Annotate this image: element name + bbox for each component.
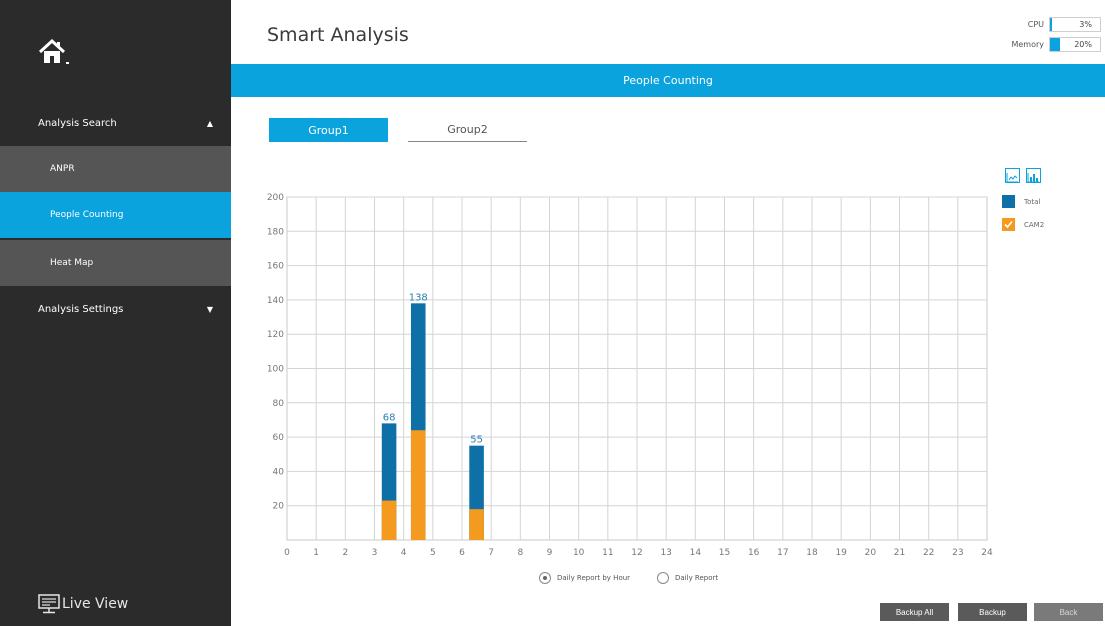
legend-cam2-checkbox[interactable] xyxy=(1002,218,1015,231)
sidebar-item-label: Heat Map xyxy=(50,258,94,268)
x-tick-label: 5 xyxy=(430,548,436,558)
caret-up-icon: ▲ xyxy=(206,118,213,128)
legend-total-label: Total xyxy=(1024,197,1041,206)
y-tick-label: 160 xyxy=(267,262,284,272)
memory-label: Memory xyxy=(1011,40,1044,49)
banner-title: People Counting xyxy=(623,74,713,87)
x-tick-label: 19 xyxy=(835,548,847,558)
x-tick-label: 14 xyxy=(690,548,702,558)
x-tick-label: 6 xyxy=(459,548,465,558)
bar-chart-icon[interactable] xyxy=(1026,168,1041,183)
memory-value: 20% xyxy=(1074,40,1092,49)
x-tick-label: 3 xyxy=(372,548,378,558)
radio-daily-report[interactable]: Daily Report xyxy=(657,572,718,584)
bar-cam2 xyxy=(381,500,397,540)
y-tick-label: 140 xyxy=(267,296,284,306)
x-tick-label: 15 xyxy=(719,548,730,558)
radio-circle xyxy=(657,572,669,584)
cpu-bar-fill xyxy=(1050,18,1052,31)
y-tick-label: 180 xyxy=(267,227,284,237)
y-tick-label: 40 xyxy=(273,467,285,477)
x-tick-label: 9 xyxy=(547,548,553,558)
x-tick-label: 22 xyxy=(923,548,934,558)
x-tick-label: 11 xyxy=(602,548,613,558)
x-tick-label: 16 xyxy=(748,548,760,558)
cpu-meter: CPU 3% xyxy=(1028,17,1101,32)
section-banner: People Counting xyxy=(231,64,1105,97)
sidebar-item-label: ANPR xyxy=(50,164,75,174)
legend-cam2-label: CAM2 xyxy=(1024,220,1045,229)
radio-daily-report-by-hour[interactable]: Daily Report by Hour xyxy=(539,572,630,584)
radio-label: Daily Report xyxy=(675,574,719,582)
cpu-label: CPU xyxy=(1027,20,1044,29)
tab-group2[interactable]: Group2 xyxy=(408,118,527,142)
bar-value-label: 138 xyxy=(409,292,428,303)
x-tick-label: 13 xyxy=(660,548,671,558)
caret-down-icon: ▼ xyxy=(206,304,213,314)
x-tick-label: 12 xyxy=(631,548,642,558)
sidebar-item-label: People Counting xyxy=(50,210,124,220)
legend-total-swatch xyxy=(1002,195,1015,208)
tab-group1[interactable]: Group1 xyxy=(269,118,388,142)
sidebar-analysis-search[interactable]: Analysis Search ▲ xyxy=(0,99,231,147)
x-tick-label: 21 xyxy=(894,548,905,558)
memory-bar: 20% xyxy=(1049,37,1101,52)
cpu-value: 3% xyxy=(1079,20,1092,29)
bar-value-label: 68 xyxy=(383,412,396,423)
y-tick-label: 80 xyxy=(273,399,285,409)
bar-cam2 xyxy=(469,509,484,540)
line-chart-icon[interactable] xyxy=(1005,168,1020,183)
legend-item-total[interactable]: Total xyxy=(1002,195,1040,208)
memory-meter: Memory 20% xyxy=(1011,37,1101,52)
y-tick-label: 100 xyxy=(267,365,284,375)
x-tick-label: 8 xyxy=(517,548,523,558)
x-tick-label: 20 xyxy=(865,548,877,558)
y-tick-label: 60 xyxy=(273,433,285,443)
page-title: Smart Analysis xyxy=(267,24,409,46)
x-tick-label: 23 xyxy=(952,548,963,558)
live-view-label: Live View xyxy=(62,596,129,612)
bar-value-label: 55 xyxy=(470,435,483,446)
x-tick-label: 17 xyxy=(777,548,788,558)
sidebar-item-anpr[interactable]: ANPR xyxy=(0,146,231,192)
sidebar-analysis-search-label: Analysis Search xyxy=(38,117,117,129)
x-tick-label: 2 xyxy=(342,548,348,558)
bar-cam2 xyxy=(410,430,426,540)
sidebar: Analysis Search ▲ ANPR People Counting H… xyxy=(0,0,231,626)
sidebar-analysis-settings-label: Analysis Settings xyxy=(38,303,124,315)
home-icon[interactable] xyxy=(38,38,78,68)
x-tick-label: 1 xyxy=(313,548,319,558)
radio-label: Daily Report by Hour xyxy=(557,574,631,582)
x-tick-label: 0 xyxy=(284,548,290,558)
x-tick-label: 18 xyxy=(806,548,818,558)
people-counting-chart: 204060801001201401601802000 1 2 3 4 5 6 7 8 9 10 11… xyxy=(267,193,993,558)
backup-button[interactable]: Backup xyxy=(958,603,1027,621)
live-view-button[interactable]: Live View xyxy=(38,594,128,614)
y-tick-label: 120 xyxy=(267,330,284,340)
x-tick-label: 24 xyxy=(981,548,993,558)
y-tick-label: 20 xyxy=(273,502,285,512)
memory-bar-fill xyxy=(1050,38,1060,51)
x-tick-label: 10 xyxy=(573,548,585,558)
sidebar-item-people-counting[interactable]: People Counting xyxy=(0,192,231,238)
sidebar-item-heat-map[interactable]: Heat Map xyxy=(0,240,231,286)
cpu-bar: 3% xyxy=(1049,17,1101,32)
legend-item-cam2[interactable]: CAM2 xyxy=(1002,218,1044,231)
y-tick-label: 200 xyxy=(267,193,284,203)
x-tick-label: 4 xyxy=(401,548,407,558)
back-button[interactable]: Back xyxy=(1034,603,1103,621)
backup-all-button[interactable]: Backup All xyxy=(880,603,949,621)
radio-circle-selected xyxy=(539,572,551,584)
sidebar-analysis-settings[interactable]: Analysis Settings ▼ xyxy=(0,286,231,332)
monitor-icon xyxy=(38,594,60,614)
x-tick-label: 7 xyxy=(488,548,494,558)
